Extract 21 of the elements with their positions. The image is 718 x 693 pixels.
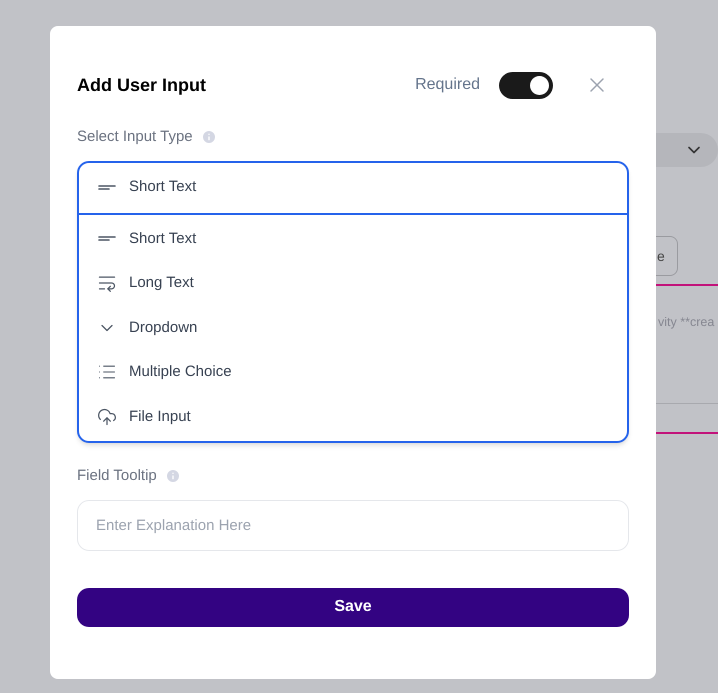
select-field[interactable] <box>656 133 718 167</box>
short-lines-icon <box>98 236 116 242</box>
selected-value: Short Text <box>129 177 196 198</box>
short-lines-icon <box>98 185 116 190</box>
required-toggle[interactable] <box>499 72 553 98</box>
dropdown-option[interactable]: Long Text <box>79 261 627 306</box>
dropdown-option[interactable]: Multiple Choice <box>79 350 627 394</box>
info-icon <box>164 468 181 484</box>
dropdown-option[interactable]: File Input <box>79 394 627 439</box>
dropdown-option[interactable]: Dropdown <box>79 306 627 350</box>
dialog-title: Add User Input <box>77 74 206 97</box>
input-type-dropdown[interactable]: Short Text Short Text Long Text Dropdown Multiple Choice File Input <box>77 160 629 443</box>
field-label: Field Tooltip <box>77 466 157 486</box>
info-icon <box>200 129 217 146</box>
required-label: Required <box>415 75 480 95</box>
tooltip-input[interactable]: Enter Explanation Here <box>77 500 629 550</box>
cloud-upload-icon <box>97 406 117 427</box>
background-text: vity **crea <box>658 315 714 329</box>
field-label: Select Input Type <box>77 127 193 147</box>
save-button[interactable]: Save <box>77 588 629 626</box>
dropdown-option[interactable]: Short Text <box>79 216 627 261</box>
